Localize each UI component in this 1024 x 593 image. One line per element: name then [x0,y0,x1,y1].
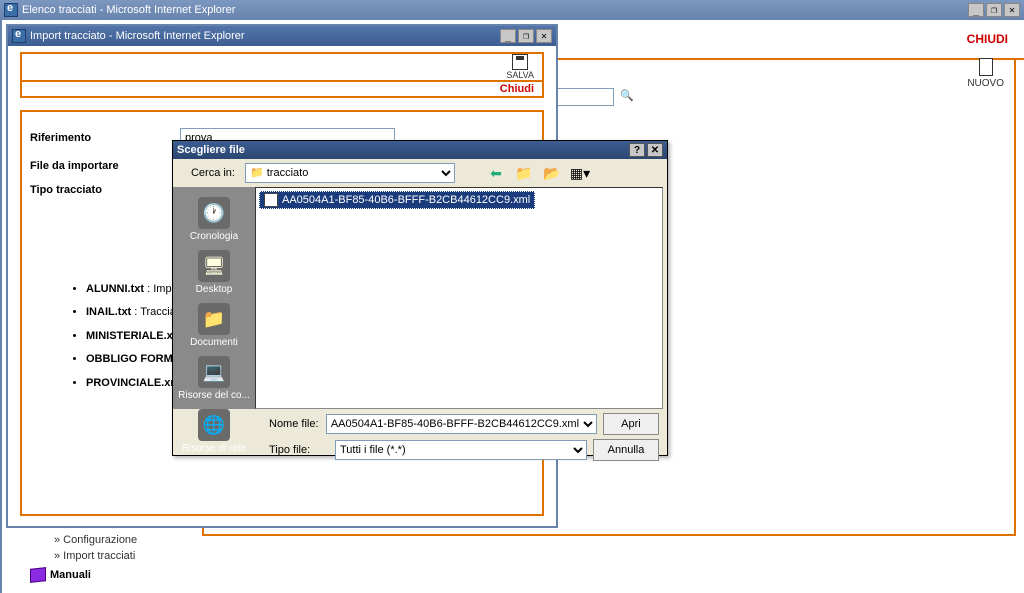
new-folder-button[interactable]: 📂 [541,162,563,184]
document-icon [979,58,993,76]
file-dialog-title: Scegliere file [177,144,245,156]
tree-item-manuali[interactable]: Manuali [30,568,137,582]
file-icon [264,193,278,207]
place-icon: 📁 [198,303,230,335]
up-folder-button[interactable]: 📁 [513,162,535,184]
sidebar-place-item[interactable]: 📁Documenti [178,301,250,350]
salva-button[interactable]: SALVA [506,54,534,80]
restore-button[interactable]: ❐ [986,3,1002,17]
sidebar-place-item[interactable]: 💻Risorse del co... [178,354,250,403]
search-icon[interactable]: 🔍 [620,89,636,105]
ie-icon [4,3,18,17]
inner-close-button[interactable]: ✕ [536,29,552,43]
left-nav-tree: » Configurazione » Import tracciati Manu… [14,530,137,582]
inner-window-title: Import tracciato - Microsoft Internet Ex… [30,30,245,42]
file-open-dialog: Scegliere file ? ✕ Cerca in: 📁 tracciato… [172,140,668,456]
filename-input[interactable]: AA0504A1-BF85-40B6-BFFF-B2CB44612CC9.xml [326,414,597,434]
tipofile-label: Tipo file: [269,444,329,456]
views-button[interactable]: ▦▾ [569,162,591,184]
sidebar-place-item[interactable]: 🖥Desktop [178,248,250,297]
outer-window-title: Elenco tracciati - Microsoft Internet Ex… [22,4,235,16]
place-icon: 💻 [198,356,230,388]
fileimport-label: File da importare [30,160,180,172]
annulla-button[interactable]: Annulla [593,439,659,461]
toolbar-box: SALVA [20,52,544,82]
app-chiudi-button[interactable]: CHIUDI [959,32,1016,46]
header-search-input[interactable] [554,88,614,106]
save-icon [512,54,528,70]
tree-item-import-tracciati[interactable]: » Import tracciati [54,550,137,562]
lookin-select[interactable]: 📁 tracciato [245,163,455,183]
book-icon [30,567,46,583]
close-button[interactable]: ✕ [1004,3,1020,17]
file-dialog-toolbar: Cerca in: 📁 tracciato ⬅ 📁 📂 ▦▾ [173,159,667,187]
nomefile-label: Nome file: [269,418,320,430]
dialog-close-button[interactable]: ✕ [647,143,663,157]
inner-minimize-button[interactable]: _ [500,29,516,43]
minimize-button[interactable]: _ [968,3,984,17]
sidebar-place-item[interactable]: 🕐Cronologia [178,195,250,244]
file-list-area[interactable]: AA0504A1-BF85-40B6-BFFF-B2CB44612CC9.xml [255,187,663,409]
apri-button[interactable]: Apri [603,413,659,435]
dialog-help-button[interactable]: ? [629,143,645,157]
tree-item-configurazione[interactable]: » Configurazione [54,534,137,546]
file-dialog-titlebar: Scegliere file ? ✕ [173,141,667,159]
cercain-label: Cerca in: [181,167,239,179]
riferimento-label: Riferimento [30,132,180,144]
ie-icon [12,29,26,43]
outer-window-titlebar: Elenco tracciati - Microsoft Internet Ex… [0,0,1024,20]
nuovo-button[interactable]: NUOVO [967,58,1004,89]
back-button[interactable]: ⬅ [485,162,507,184]
tipotracciato-label: Tipo tracciato [30,184,180,196]
file-dialog-sidebar: 🕐Cronologia🖥Desktop📁Documenti💻Risorse de… [173,187,255,409]
file-item-selected[interactable]: AA0504A1-BF85-40B6-BFFF-B2CB44612CC9.xml [259,191,535,209]
place-icon: 🖥 [198,250,230,282]
place-icon: 🕐 [198,197,230,229]
inner-restore-button[interactable]: ❐ [518,29,534,43]
filetype-select[interactable]: Tutti i file (*.*) [335,440,587,460]
chiudi-link[interactable]: Chiudi [500,83,534,95]
inner-window-titlebar: Import tracciato - Microsoft Internet Ex… [8,26,556,46]
